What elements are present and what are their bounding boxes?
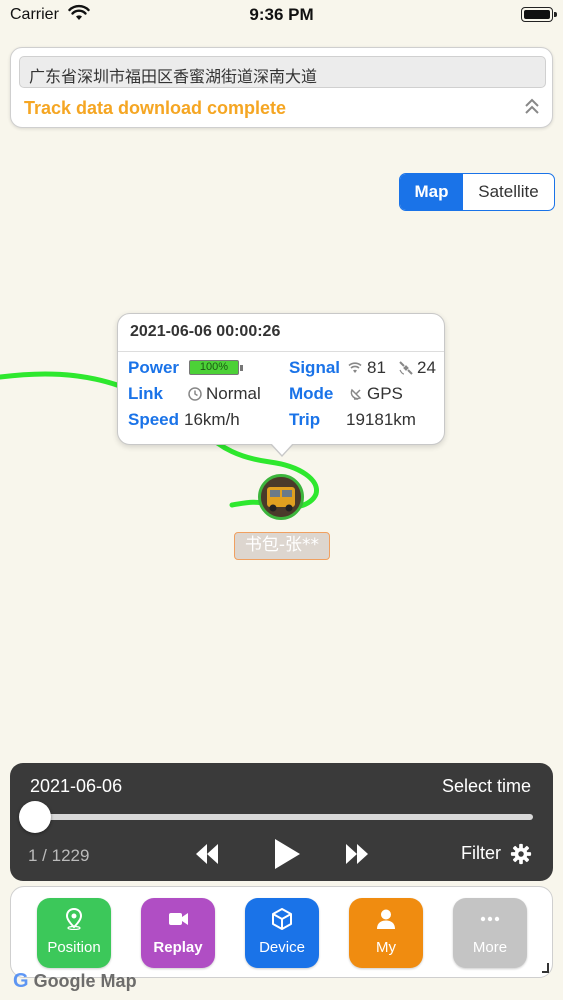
tab-my[interactable]: My: [349, 898, 423, 968]
filter-button[interactable]: Filter: [461, 843, 501, 864]
status-time: 9:36 PM: [249, 5, 314, 24]
signal-wifi-icon: [348, 362, 362, 373]
popup-datetime: 2021-06-06 00:00:26: [130, 323, 281, 340]
tab-replay[interactable]: Replay: [141, 898, 215, 968]
map-type-satellite-button[interactable]: Satellite: [463, 174, 554, 210]
battery-icon: [521, 7, 557, 22]
playback-slider-thumb[interactable]: [19, 801, 51, 833]
google-g-icon: G: [13, 970, 29, 992]
map-type-toggle: Map Satellite: [399, 173, 555, 211]
popup-pointer: [270, 443, 294, 457]
google-map-label: Google Map: [33, 971, 137, 991]
power-battery-indicator: 100%: [189, 360, 243, 375]
chevron-double-up-icon[interactable]: [524, 98, 540, 116]
trip-label: Trip: [289, 410, 321, 429]
cube-icon: [272, 908, 292, 930]
link-value: Normal: [206, 384, 261, 403]
tab-device[interactable]: Device: [245, 898, 319, 968]
signal-label: Signal: [289, 358, 341, 377]
link-label: Link: [128, 384, 163, 403]
power-label: Power: [128, 358, 180, 377]
tab-more[interactable]: More: [453, 898, 527, 968]
speed-label: Speed: [128, 410, 180, 429]
mode-value: GPS: [367, 384, 403, 403]
address-panel: 广东省深圳市福田区香蜜湖街道深南大道 Track data download c…: [10, 47, 553, 128]
playback-date: 2021-06-06: [30, 776, 123, 796]
select-time-button[interactable]: Select time: [442, 776, 531, 797]
map-scale-indicator: [542, 963, 549, 973]
status-bar: Carrier 9:36 PM: [0, 0, 563, 32]
tab-more-label: More: [472, 939, 508, 956]
signal-value: 81: [367, 358, 386, 377]
vehicle-name-label: 书包-张**: [234, 532, 330, 560]
fast-forward-icon[interactable]: [345, 843, 369, 865]
tab-position-label: Position: [47, 939, 101, 956]
mode-label: Mode: [289, 384, 334, 403]
playback-panel: 2021-06-06 Select time 1 / 1229 Filter: [10, 763, 553, 881]
more-dots-icon: [480, 916, 500, 922]
playback-position: 1 / 1229: [28, 846, 90, 865]
vehicle-marker[interactable]: [258, 474, 304, 520]
play-icon[interactable]: [273, 838, 301, 870]
tab-my-label: My: [376, 939, 396, 956]
vehicle-photo: [261, 477, 301, 517]
google-map-attribution: G Google Map: [13, 970, 137, 993]
download-status: Track data download complete: [24, 98, 287, 118]
video-camera-icon: [169, 913, 188, 925]
rewind-icon[interactable]: [195, 843, 219, 865]
address-field[interactable]: 广东省深圳市福田区香蜜湖街道深南大道: [19, 56, 546, 88]
playback-slider-track[interactable]: [35, 814, 533, 820]
gps-dish-icon: [350, 388, 362, 400]
satellite-count: 24: [417, 358, 436, 377]
location-pin-icon: [65, 908, 83, 930]
gear-icon[interactable]: [510, 843, 532, 865]
vehicle-info-popup: 2021-06-06 00:00:26 Power 100% Signal 81…: [117, 313, 445, 457]
bottom-tab-bar: Position Replay Device My More: [10, 886, 553, 978]
tab-device-label: Device: [259, 939, 305, 956]
tab-position[interactable]: Position: [37, 898, 111, 968]
trip-value: 19181km: [346, 410, 416, 429]
person-icon: [377, 909, 395, 929]
map-type-map-button[interactable]: Map: [400, 174, 463, 210]
clock-icon: [188, 387, 202, 401]
popup-divider: [118, 351, 444, 352]
satellite-icon: [399, 361, 413, 375]
speed-value: 16km/h: [184, 410, 240, 429]
tab-replay-label: Replay: [153, 939, 203, 956]
